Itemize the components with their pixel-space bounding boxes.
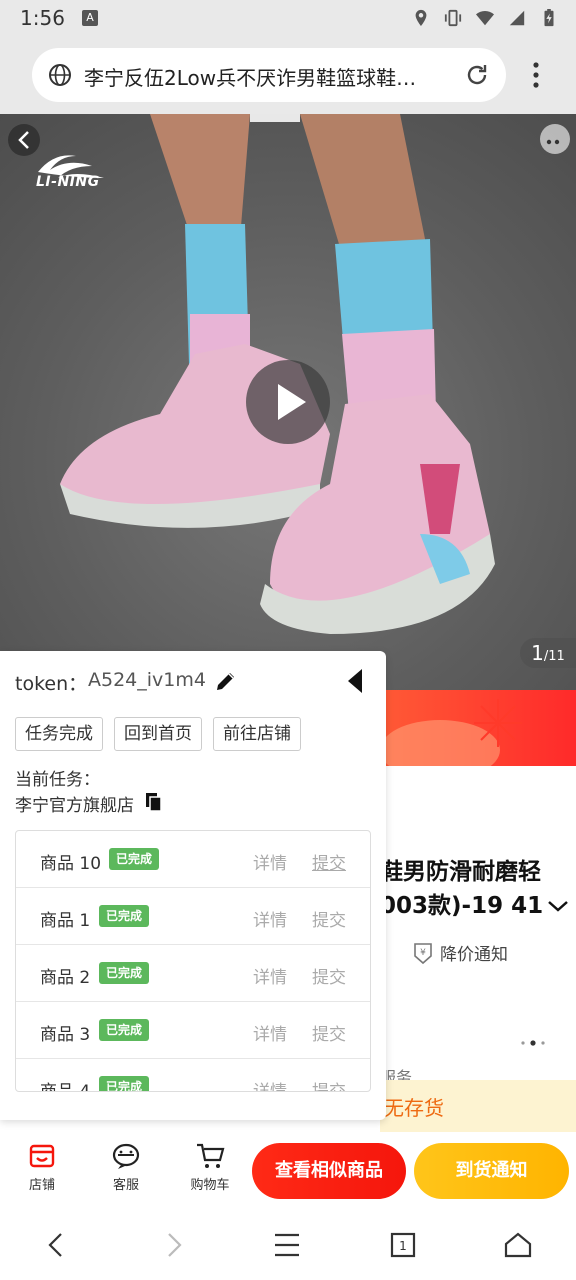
nav-tabs-icon[interactable]: 1 bbox=[388, 1230, 418, 1260]
more-button[interactable] bbox=[540, 124, 570, 154]
submit-link[interactable]: 提交 bbox=[312, 906, 346, 931]
item-name: 商品 4 bbox=[40, 1082, 91, 1092]
status-badge: 已完成 bbox=[99, 962, 150, 984]
current-task-label: 当前任务： bbox=[15, 770, 100, 790]
collapse-triangle-icon[interactable] bbox=[346, 667, 366, 695]
chat-face-icon bbox=[112, 1143, 140, 1169]
carousel-dots-icon bbox=[521, 1040, 545, 1046]
shop-label: 店铺 bbox=[28, 1178, 55, 1193]
submit-link[interactable]: 提交 bbox=[312, 1020, 346, 1045]
cart-button[interactable]: 购物车 bbox=[180, 1142, 240, 1193]
list-item: 商品 4 已完成 详情 提交 bbox=[16, 1059, 370, 1092]
status-time: 1:56 bbox=[20, 6, 65, 30]
svg-text:1: 1 bbox=[399, 1239, 407, 1253]
address-bar[interactable]: 李宁反伍2Low兵不厌诈男鞋篮球鞋… bbox=[32, 48, 506, 102]
detail-link[interactable]: 详情 bbox=[253, 963, 287, 988]
token-value: A524_iv1m4 bbox=[88, 669, 206, 691]
keyboard-a-icon: A bbox=[82, 10, 98, 26]
list-item: 商品 1 已完成 详情 提交 bbox=[16, 888, 370, 945]
copy-icon[interactable] bbox=[145, 792, 163, 812]
customer-service-button[interactable]: 客服 bbox=[96, 1142, 156, 1193]
go-store-button[interactable]: 前往店铺 bbox=[213, 717, 301, 751]
task-panel: token： A524_iv1m4 任务完成 回到首页 前往店铺 当前任务： 李… bbox=[0, 651, 386, 1120]
chevron-down-icon[interactable] bbox=[547, 899, 569, 913]
product-title-line2-text: 003款)-19 41 bbox=[380, 893, 544, 919]
current-task-value: 李宁官方旗舰店 bbox=[15, 796, 134, 816]
status-badge: 已完成 bbox=[109, 848, 160, 870]
image-counter: 1/11 bbox=[520, 638, 576, 668]
detail-link[interactable]: 详情 bbox=[253, 849, 287, 874]
play-button[interactable] bbox=[246, 360, 330, 444]
edit-pencil-icon[interactable] bbox=[214, 669, 238, 693]
detail-link[interactable]: 详情 bbox=[253, 906, 287, 931]
nav-menu-icon[interactable] bbox=[272, 1230, 302, 1260]
browser-menu-icon[interactable] bbox=[526, 60, 546, 90]
battery-icon bbox=[544, 9, 554, 27]
nav-forward-icon[interactable] bbox=[158, 1230, 188, 1260]
back-home-button[interactable]: 回到首页 bbox=[114, 717, 202, 751]
nav-home-icon[interactable] bbox=[503, 1230, 533, 1260]
item-name: 商品 10 bbox=[40, 854, 102, 874]
detail-link[interactable]: 详情 bbox=[253, 1020, 287, 1045]
browser-toolbar: 李宁反伍2Low兵不厌诈男鞋篮球鞋… bbox=[0, 36, 576, 114]
no-stock-text: 无存货 bbox=[384, 1096, 444, 1120]
item-name: 商品 2 bbox=[40, 968, 91, 988]
token-label: token： bbox=[15, 673, 88, 695]
status-bar: 1:56 A bbox=[0, 0, 576, 36]
view-similar-button[interactable]: 查看相似商品 bbox=[252, 1143, 406, 1199]
nav-back-icon[interactable] bbox=[42, 1230, 72, 1260]
wifi-icon bbox=[476, 10, 494, 26]
product-title-line1: 鞋男防滑耐磨轻 bbox=[380, 859, 541, 885]
shop-button[interactable]: 店铺 bbox=[12, 1142, 72, 1193]
arrival-notify-button[interactable]: 到货通知 bbox=[414, 1143, 569, 1199]
counter-current: 1 bbox=[531, 641, 544, 665]
location-icon bbox=[415, 9, 427, 27]
cart-icon bbox=[197, 1143, 225, 1168]
status-badge: 已完成 bbox=[99, 905, 150, 927]
product-image[interactable]: LI-NING 1/11 bbox=[0, 114, 576, 690]
globe-icon bbox=[49, 64, 71, 86]
list-item: 商品 3 已完成 详情 提交 bbox=[16, 1002, 370, 1059]
status-badge: 已完成 bbox=[99, 1076, 150, 1091]
item-name: 商品 3 bbox=[40, 1025, 91, 1045]
status-badge: 已完成 bbox=[99, 1019, 150, 1041]
task-item-list[interactable]: 商品 10 已完成 详情 提交 商品 1 已完成 详情 提交 商品 2 已完成 … bbox=[15, 830, 371, 1092]
more-dots-icon bbox=[546, 139, 560, 145]
customer-service-label: 客服 bbox=[112, 1178, 139, 1193]
list-item: 商品 10 已完成 详情 提交 bbox=[16, 831, 370, 888]
bottom-action-bar: 店铺 客服 购物车 查看相似商品 到货通知 bbox=[0, 1132, 576, 1210]
product-title-line2: 003款)-19 41 bbox=[380, 886, 569, 920]
counter-total: /11 bbox=[543, 649, 565, 664]
play-icon bbox=[278, 384, 306, 420]
item-name: 商品 1 bbox=[40, 911, 91, 931]
no-stock-banner: 无存货 bbox=[380, 1080, 576, 1132]
firework-icon bbox=[474, 699, 522, 747]
reload-icon[interactable] bbox=[464, 62, 490, 88]
price-tag-icon: ¥ bbox=[414, 942, 432, 964]
detail-link[interactable]: 详情 bbox=[253, 1077, 287, 1091]
signal-icon bbox=[509, 10, 525, 26]
list-item: 商品 2 已完成 详情 提交 bbox=[16, 945, 370, 1002]
system-nav-bar: 1 bbox=[0, 1210, 576, 1280]
url-text: 李宁反伍2Low兵不厌诈男鞋篮球鞋… bbox=[84, 66, 417, 90]
logo-text: LI-NING bbox=[36, 174, 100, 190]
svg-text:¥: ¥ bbox=[420, 948, 426, 958]
submit-link[interactable]: 提交 bbox=[312, 963, 346, 988]
price-notify-button[interactable]: ¥ 降价通知 bbox=[412, 940, 508, 965]
vibrate-icon bbox=[444, 9, 462, 27]
submit-link[interactable]: 提交 bbox=[312, 1077, 346, 1091]
price-notify-label: 降价通知 bbox=[440, 945, 508, 965]
submit-link[interactable]: 提交 bbox=[312, 849, 346, 874]
task-complete-button[interactable]: 任务完成 bbox=[15, 717, 103, 751]
shop-icon bbox=[29, 1144, 55, 1168]
cart-label: 购物车 bbox=[190, 1178, 230, 1193]
